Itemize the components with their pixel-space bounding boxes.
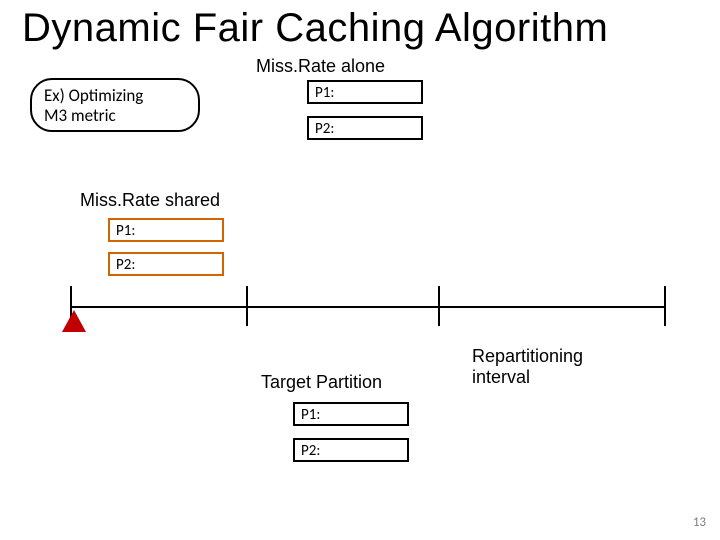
optimizing-box: Ex) Optimizing M3 metric xyxy=(30,78,200,132)
target-partition-p1-box: P1: xyxy=(293,402,409,426)
page-number: 13 xyxy=(693,515,706,530)
target-partition-p2-box: P2: xyxy=(293,438,409,462)
timeline-tick-4 xyxy=(664,286,666,326)
optimizing-line2: M3 metric xyxy=(44,106,186,126)
missrate-alone-p1-box: P1: xyxy=(307,80,423,104)
timeline-axis xyxy=(70,306,666,308)
repartition-line1: Repartitioning xyxy=(472,346,583,367)
missrate-shared-label: Miss.Rate shared xyxy=(80,190,220,211)
timeline-tick-3 xyxy=(438,286,440,326)
optimizing-line1: Ex) Optimizing xyxy=(44,86,186,106)
missrate-shared-p1-box: P1: xyxy=(108,218,224,242)
repartition-interval-label: Repartitioning interval xyxy=(472,346,583,387)
target-partition-label: Target Partition xyxy=(261,372,382,393)
timeline-marker-icon xyxy=(62,310,86,332)
missrate-alone-p2-box: P2: xyxy=(307,116,423,140)
missrate-alone-label: Miss.Rate alone xyxy=(256,56,385,77)
timeline-tick-2 xyxy=(246,286,248,326)
slide-title: Dynamic Fair Caching Algorithm xyxy=(22,6,608,51)
missrate-shared-p2-box: P2: xyxy=(108,252,224,276)
repartition-line2: interval xyxy=(472,367,583,388)
